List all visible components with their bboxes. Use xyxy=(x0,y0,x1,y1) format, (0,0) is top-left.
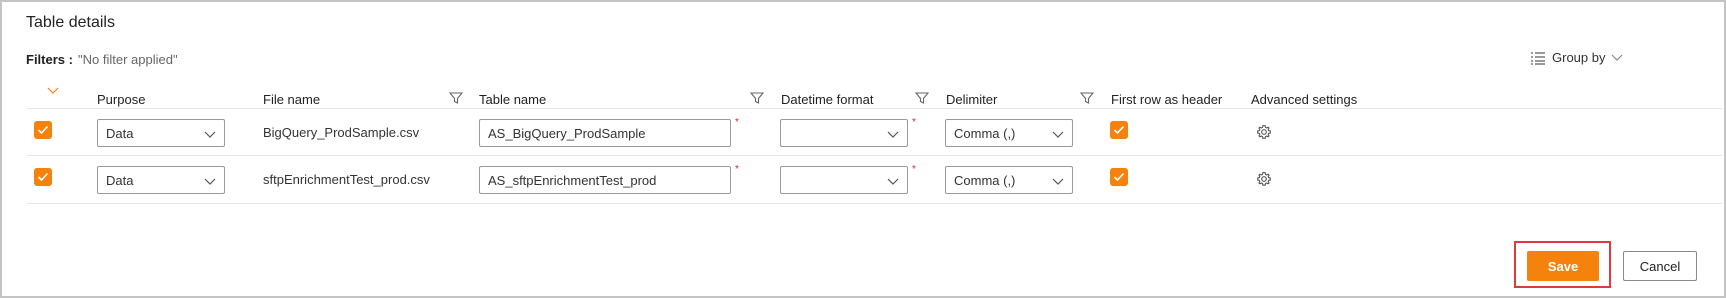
delimiter-select-value: Comma (,) xyxy=(954,125,1016,141)
check-icon xyxy=(37,172,49,182)
table-name-input[interactable]: AS_BigQuery_ProdSample xyxy=(479,119,731,147)
filter-icon[interactable] xyxy=(915,91,929,105)
file-name: sftpEnrichmentTest_prod.csv xyxy=(263,172,430,187)
required-marker: * xyxy=(735,117,739,128)
divider xyxy=(26,203,1722,204)
filter-icon[interactable] xyxy=(1080,91,1094,105)
filters-label: Filters : xyxy=(26,52,73,67)
column-header-datetime-format: Datetime format xyxy=(781,92,874,107)
purpose-select[interactable]: Data xyxy=(97,119,225,147)
purpose-select-value: Data xyxy=(106,125,134,141)
purpose-select-value: Data xyxy=(106,172,134,188)
datetime-format-select[interactable] xyxy=(780,166,908,194)
filter-icon[interactable] xyxy=(750,91,764,105)
filter-icon[interactable] xyxy=(449,91,463,105)
divider xyxy=(26,108,1722,109)
column-header-file-name: File name xyxy=(263,92,321,107)
table-name-input-value: AS_sftpEnrichmentTest_prod xyxy=(488,172,657,188)
chevron-down-icon xyxy=(1052,178,1064,185)
filters-value: "No filter applied" xyxy=(78,52,178,67)
group-by-button[interactable]: Group by xyxy=(1530,50,1623,65)
select-all-chevron-icon[interactable] xyxy=(47,87,59,95)
table-name-input[interactable]: AS_sftpEnrichmentTest_prod xyxy=(479,166,731,194)
column-header-advanced-settings: Advanced settings xyxy=(1251,92,1358,107)
list-icon xyxy=(1531,51,1545,65)
section-title: Table details xyxy=(26,14,115,31)
delimiter-select[interactable]: Comma (,) xyxy=(945,166,1073,194)
column-header-purpose: Purpose xyxy=(97,92,146,107)
chevron-down-icon xyxy=(1612,54,1623,61)
file-name: BigQuery_ProdSample.csv xyxy=(263,125,420,140)
gear-icon[interactable] xyxy=(1256,124,1272,140)
row-checkbox[interactable] xyxy=(34,121,52,139)
chevron-down-icon xyxy=(887,178,899,185)
required-marker: * xyxy=(912,164,916,175)
chevron-down-icon xyxy=(204,178,216,185)
table-details-panel xyxy=(0,0,1726,298)
first-row-header-checkbox[interactable] xyxy=(1110,121,1128,139)
required-marker: * xyxy=(735,164,739,175)
first-row-header-checkbox[interactable] xyxy=(1110,168,1128,186)
delimiter-select-value: Comma (,) xyxy=(954,172,1016,188)
column-header-delimiter: Delimiter xyxy=(946,92,998,107)
gear-icon[interactable] xyxy=(1256,171,1272,187)
column-header-first-row-header: First row as header xyxy=(1111,92,1223,107)
check-icon xyxy=(1113,125,1125,135)
check-icon xyxy=(1113,172,1125,182)
chevron-down-icon xyxy=(887,131,899,138)
group-by-label: Group by xyxy=(1552,50,1606,65)
column-header-table-name: Table name xyxy=(479,92,547,107)
purpose-select[interactable]: Data xyxy=(97,166,225,194)
chevron-down-icon xyxy=(1052,131,1064,138)
save-button[interactable]: Save xyxy=(1527,251,1599,281)
divider xyxy=(26,155,1722,156)
chevron-down-icon xyxy=(204,131,216,138)
table-name-input-value: AS_BigQuery_ProdSample xyxy=(488,125,646,141)
datetime-format-select[interactable] xyxy=(780,119,908,147)
cancel-button[interactable]: Cancel xyxy=(1623,251,1697,281)
row-checkbox[interactable] xyxy=(34,168,52,186)
required-marker: * xyxy=(912,117,916,128)
check-icon xyxy=(37,125,49,135)
delimiter-select[interactable]: Comma (,) xyxy=(945,119,1073,147)
